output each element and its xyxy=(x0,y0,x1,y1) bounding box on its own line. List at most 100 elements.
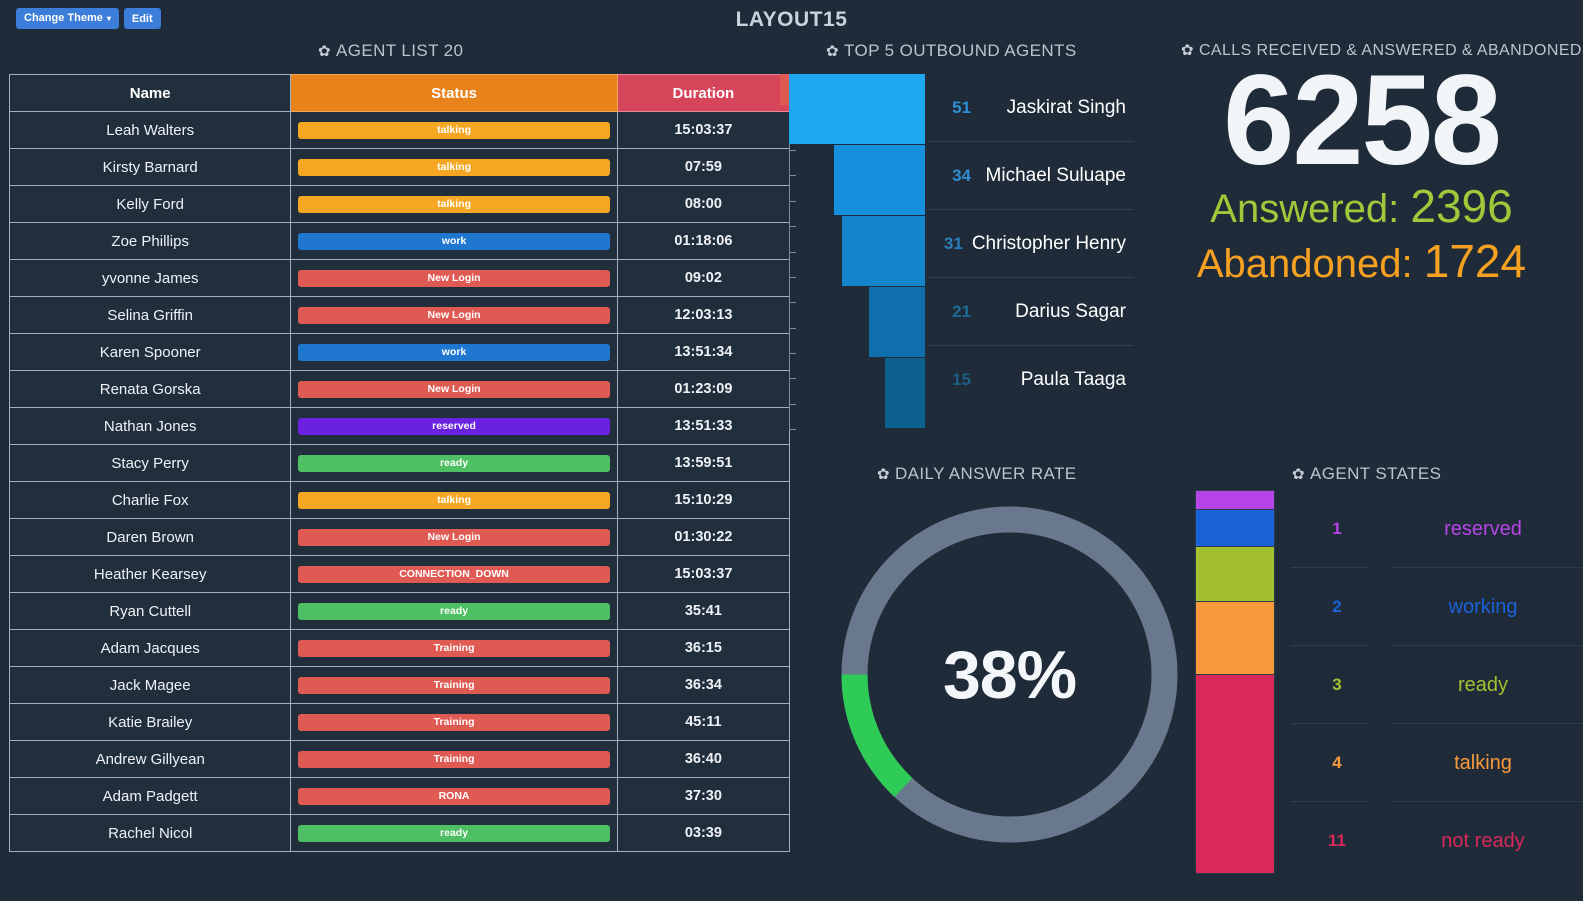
stacked-bar-segment xyxy=(1196,547,1274,602)
table-row[interactable]: Andrew Gillyean Training 36:40 xyxy=(8,740,791,778)
cell-agent-duration: 13:51:33 xyxy=(616,407,791,445)
table-header-row: Name Status Duration xyxy=(8,74,791,112)
agent-call-count: 15 xyxy=(952,369,971,389)
cell-agent-duration: 37:30 xyxy=(616,777,791,815)
axis-tick xyxy=(789,226,796,227)
bar-segment xyxy=(834,145,925,215)
cell-agent-name: Kirsty Barnard xyxy=(8,148,292,186)
list-item[interactable]: 31 Christopher Henry xyxy=(929,210,1134,278)
cell-agent-status: New Login xyxy=(290,259,618,297)
status-badge: Training xyxy=(298,676,610,694)
list-item[interactable]: 11 not ready xyxy=(1291,802,1583,880)
cell-agent-status: New Login xyxy=(290,518,618,556)
bar-segment xyxy=(842,216,925,286)
cell-agent-name: yvonne James xyxy=(8,259,292,297)
chart-overflow-marker xyxy=(780,74,789,105)
cell-agent-duration: 15:03:37 xyxy=(616,111,791,149)
column-header-name[interactable]: Name xyxy=(8,74,292,112)
table-row[interactable]: Kirsty Barnard talking 07:59 xyxy=(8,148,791,186)
status-badge: talking xyxy=(298,121,610,139)
list-item[interactable]: 3 ready xyxy=(1291,646,1583,724)
cell-agent-duration: 45:11 xyxy=(616,703,791,741)
table-row[interactable]: Adam Padgett RONA 37:30 xyxy=(8,777,791,815)
gear-icon[interactable]: ✿ xyxy=(1181,41,1194,59)
agent-name: Christopher Henry xyxy=(971,232,1126,254)
table-row[interactable]: Charlie Fox talking 15:10:29 xyxy=(8,481,791,519)
list-item[interactable]: 1 reserved xyxy=(1291,490,1583,568)
axis-tick xyxy=(789,302,796,303)
status-badge: ready xyxy=(298,454,610,472)
agent-state-count: 4 xyxy=(1332,753,1342,772)
daily-answer-rate-panel: 38% xyxy=(789,497,1179,897)
column-header-status[interactable]: Status xyxy=(290,74,618,112)
list-item[interactable]: 4 talking xyxy=(1291,724,1583,802)
agent-state-count: 1 xyxy=(1332,519,1342,538)
status-badge: New Login xyxy=(298,269,610,287)
cell-agent-status: talking xyxy=(290,111,618,149)
agent-name: Jaskirat Singh xyxy=(1006,96,1126,118)
top5-outbound-panel: 51 Jaskirat Singh 34 Michael Suluape 31 Chris… xyxy=(780,74,1134,430)
bar-segment xyxy=(789,74,925,144)
table-row[interactable]: Selina Griffin New Login 12:03:13 xyxy=(8,296,791,334)
agent-state-label: talking xyxy=(1454,751,1512,774)
cell-agent-status: Training xyxy=(290,629,618,667)
status-badge: work xyxy=(298,343,610,361)
table-row[interactable]: Heather Kearsey CONNECTION_DOWN 15:03:37 xyxy=(8,555,791,593)
top5-bar-chart xyxy=(780,74,925,430)
agent-call-count: 34 xyxy=(952,165,971,185)
table-row[interactable]: Kelly Ford talking 08:00 xyxy=(8,185,791,223)
table-row[interactable]: Adam Jacques Training 36:15 xyxy=(8,629,791,667)
status-badge: Training xyxy=(298,639,610,657)
gear-icon[interactable]: ✿ xyxy=(826,42,839,60)
cell-agent-name: Andrew Gillyean xyxy=(8,740,292,778)
table-row[interactable]: Leah Walters talking 15:03:37 xyxy=(8,111,791,149)
gear-icon[interactable]: ✿ xyxy=(318,42,331,60)
table-row[interactable]: Rachel Nicol ready 03:39 xyxy=(8,814,791,852)
bar-segment xyxy=(885,358,925,428)
table-row[interactable]: Katie Brailey Training 45:11 xyxy=(8,703,791,741)
table-row[interactable]: Ryan Cuttell ready 35:41 xyxy=(8,592,791,630)
agent-states-heading-text: AGENT STATES xyxy=(1309,464,1442,483)
gear-icon[interactable]: ✿ xyxy=(1292,465,1305,483)
axis-tick xyxy=(789,429,796,430)
table-row[interactable]: yvonne James New Login 09:02 xyxy=(8,259,791,297)
status-badge: CONNECTION_DOWN xyxy=(298,565,610,583)
cell-agent-duration: 36:34 xyxy=(616,666,791,704)
table-row[interactable]: Jack Magee Training 36:34 xyxy=(8,666,791,704)
cell-agent-duration: 09:02 xyxy=(616,259,791,297)
dashboard-root: Change Theme ▾ Edit LAYOUT15 ✿ AGENT LIST … xyxy=(0,0,1583,901)
stacked-bar-segment xyxy=(1196,675,1274,874)
list-item[interactable]: 2 working xyxy=(1291,568,1583,646)
list-item[interactable]: 34 Michael Suluape xyxy=(929,142,1134,210)
axis-tick xyxy=(789,328,796,329)
agent-name: Paula Taaga xyxy=(1020,368,1126,390)
column-header-duration[interactable]: Duration xyxy=(616,74,791,112)
status-badge: talking xyxy=(298,158,610,176)
table-row[interactable]: Nathan Jones reserved 13:51:33 xyxy=(8,407,791,445)
list-item[interactable]: 21 Darius Sagar xyxy=(929,278,1134,346)
table-row[interactable]: Karen Spooner work 13:51:34 xyxy=(8,333,791,371)
list-item[interactable]: 15 Paula Taaga xyxy=(929,346,1134,413)
agent-states-panel: 1 reserved 2 working 3 ready 4 talking 11 not rea… xyxy=(1186,490,1583,880)
cell-agent-status: talking xyxy=(290,481,618,519)
stacked-bar-segment xyxy=(1196,491,1274,510)
page-title: LAYOUT15 xyxy=(735,8,848,31)
table-row[interactable]: Stacy Perry ready 13:59:51 xyxy=(8,444,791,482)
table-row[interactable]: Zoe Phillips work 01:18:06 xyxy=(8,222,791,260)
gear-icon[interactable]: ✿ xyxy=(877,465,890,483)
agent-states-stacked-bar xyxy=(1195,490,1275,874)
list-item[interactable]: 51 Jaskirat Singh xyxy=(929,74,1134,142)
answer-rate-center-label: 38% xyxy=(837,502,1182,847)
cell-agent-status: ready xyxy=(290,444,618,482)
table-row[interactable]: Daren Brown New Login 01:30:22 xyxy=(8,518,791,556)
cell-agent-name: Kelly Ford xyxy=(8,185,292,223)
cell-agent-duration: 12:03:13 xyxy=(616,296,791,334)
axis-tick xyxy=(789,150,796,151)
cell-agent-name: Renata Gorska xyxy=(8,370,292,408)
agent-call-count: 51 xyxy=(952,97,971,117)
cell-agent-status: CONNECTION_DOWN xyxy=(290,555,618,593)
cell-agent-duration: 07:59 xyxy=(616,148,791,186)
agent-list-heading: ✿ AGENT LIST 20 xyxy=(318,41,463,61)
table-row[interactable]: Renata Gorska New Login 01:23:09 xyxy=(8,370,791,408)
cell-agent-name: Charlie Fox xyxy=(8,481,292,519)
